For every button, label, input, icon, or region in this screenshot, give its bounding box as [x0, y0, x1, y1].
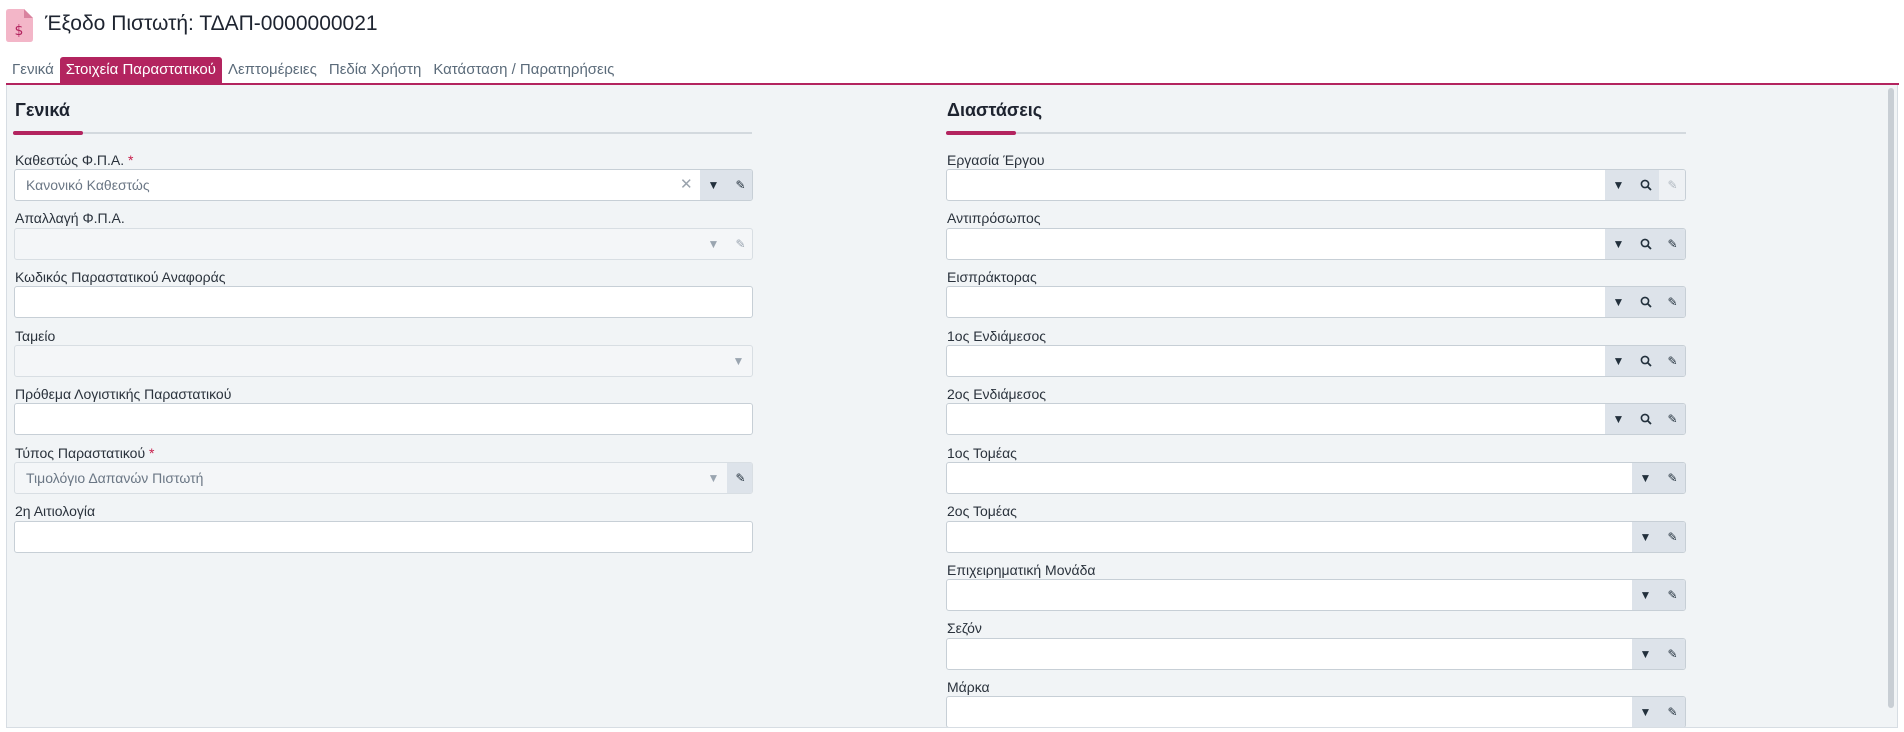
- pencil-icon[interactable]: ✎: [727, 463, 752, 493]
- season-label: Σεζόν: [947, 620, 982, 636]
- search-icon[interactable]: [1632, 229, 1659, 259]
- intermediary-2-select[interactable]: ▼ ✎: [946, 403, 1686, 435]
- chevron-down-icon[interactable]: ▼: [1605, 287, 1632, 317]
- collector-select[interactable]: ▼ ✎: [946, 286, 1686, 318]
- clear-icon[interactable]: ✕: [680, 175, 693, 193]
- scrollbar[interactable]: [1888, 88, 1894, 708]
- search-icon[interactable]: [1632, 287, 1659, 317]
- collector-label: Εισπράκτορας: [947, 269, 1037, 285]
- top-bar: $ Έξοδο Πιστωτή: ΤΔΑΠ-0000000021: [0, 0, 1904, 50]
- chevron-down-icon[interactable]: ▼: [1632, 639, 1659, 669]
- vat-status-value: Κανονικό Καθεστώς: [26, 177, 150, 193]
- cash-register-select: ▼: [14, 345, 753, 377]
- chevron-down-icon[interactable]: ▼: [1605, 170, 1632, 200]
- accounting-prefix-label: Πρόθεμα Λογιστικής Παραστατικού: [15, 386, 232, 402]
- section-title-dimensions: Διαστάσεις: [947, 100, 1043, 120]
- representative-label: Αντιπρόσωπος: [947, 210, 1041, 226]
- project-task-label: Εργασία Έργου: [947, 152, 1045, 168]
- cash-register-label: Ταμείο: [15, 328, 56, 344]
- pencil-icon[interactable]: ✎: [1659, 287, 1685, 317]
- pencil-icon[interactable]: ✎: [1659, 697, 1685, 727]
- project-task-select[interactable]: ▼ ✎: [946, 169, 1686, 201]
- representative-select[interactable]: ▼ ✎: [946, 228, 1686, 260]
- business-unit-select[interactable]: ▼ ✎: [946, 579, 1686, 611]
- section-accent: [13, 131, 83, 135]
- second-reason-input[interactable]: [14, 521, 753, 553]
- chevron-down-icon[interactable]: ▼: [1605, 346, 1632, 376]
- sector-1-label: 1ος Τομέας: [947, 445, 1017, 461]
- season-select[interactable]: ▼ ✎: [946, 638, 1686, 670]
- tab-status-notes[interactable]: Κατάσταση / Παρατηρήσεις: [427, 57, 620, 83]
- intermediary-1-label: 1ος Ενδιάμεσος: [947, 328, 1047, 344]
- vat-status-label: Καθεστώς Φ.Π.Α. *: [15, 152, 134, 168]
- brand-select[interactable]: ▼ ✎: [946, 696, 1686, 727]
- chevron-down-icon[interactable]: ▼: [1605, 229, 1632, 259]
- chevron-down-icon[interactable]: ▼: [1632, 580, 1659, 610]
- pencil-icon[interactable]: ✎: [1659, 580, 1685, 610]
- sector-2-label: 2ος Τομέας: [947, 503, 1017, 519]
- search-icon[interactable]: [1632, 346, 1659, 376]
- chevron-down-icon: ▼: [707, 471, 720, 485]
- search-icon[interactable]: [1632, 404, 1659, 434]
- pencil-icon: ✎: [1659, 170, 1685, 200]
- reference-code-label: Κωδικός Παραστατικού Αναφοράς: [15, 269, 226, 285]
- page-title: Έξοδο Πιστωτή: ΤΔΑΠ-0000000021: [45, 12, 378, 35]
- document-type-value: Τιμολόγιο Δαπανών Πιστωτή: [26, 470, 204, 486]
- accounting-prefix-input[interactable]: [14, 403, 753, 435]
- chevron-down-icon[interactable]: ▼: [1632, 463, 1659, 493]
- tab-user-fields[interactable]: Πεδία Χρήστη: [323, 57, 427, 83]
- pencil-icon: ✎: [735, 237, 746, 251]
- chevron-down-icon[interactable]: ▼: [1632, 522, 1659, 552]
- vat-exemption-label: Απαλλαγή Φ.Π.Α.: [15, 210, 125, 226]
- tab-general[interactable]: Γενικά: [6, 57, 60, 83]
- document-type-label: Τύπος Παραστατικού *: [15, 445, 155, 461]
- vat-status-select[interactable]: Κανονικό Καθεστώς ✕ ▼ ✎: [14, 169, 753, 201]
- tab-document-details[interactable]: Στοιχεία Παραστατικού: [59, 57, 222, 83]
- section-title-general: Γενικά: [15, 100, 70, 120]
- section-accent: [946, 131, 1016, 135]
- tab-details[interactable]: Λεπτομέρειες: [222, 57, 323, 83]
- document-type-select[interactable]: Τιμολόγιο Δαπανών Πιστωτή ▼ ✎: [14, 462, 753, 494]
- form-panel: Γενικά Καθεστώς Φ.Π.Α. * Κανονικό Καθεστ…: [6, 85, 1898, 728]
- intermediary-1-select[interactable]: ▼ ✎: [946, 345, 1686, 377]
- pencil-icon[interactable]: ✎: [1659, 522, 1685, 552]
- section-divider: [13, 132, 752, 134]
- sector-1-select[interactable]: ▼ ✎: [946, 462, 1686, 494]
- pencil-icon[interactable]: ✎: [1659, 404, 1685, 434]
- second-reason-label: 2η Αιτιολογία: [15, 503, 96, 519]
- search-icon[interactable]: [1632, 170, 1659, 200]
- tab-bar: Γενικά Στοιχεία Παραστατικού Λεπτομέρειε…: [6, 57, 620, 83]
- chevron-down-icon[interactable]: ▼: [700, 170, 727, 200]
- chevron-down-icon[interactable]: ▼: [1605, 404, 1632, 434]
- vat-exemption-select: ▼ ✎: [14, 228, 753, 260]
- chevron-down-icon: ▼: [732, 354, 745, 368]
- brand-label: Μάρκα: [947, 679, 990, 695]
- pencil-icon[interactable]: ✎: [727, 170, 752, 200]
- svg-text:$: $: [15, 23, 24, 39]
- pencil-icon[interactable]: ✎: [1659, 463, 1685, 493]
- section-divider: [946, 132, 1686, 134]
- invoice-dollar-icon: $: [6, 9, 33, 42]
- business-unit-label: Επιχειρηματική Μονάδα: [947, 562, 1096, 578]
- chevron-down-icon: ▼: [707, 237, 720, 251]
- intermediary-2-label: 2ος Ενδιάμεσος: [947, 386, 1047, 402]
- chevron-down-icon[interactable]: ▼: [1632, 697, 1659, 727]
- pencil-icon[interactable]: ✎: [1659, 346, 1685, 376]
- reference-code-input[interactable]: [14, 286, 753, 318]
- sector-2-select[interactable]: ▼ ✎: [946, 521, 1686, 553]
- pencil-icon[interactable]: ✎: [1659, 229, 1685, 259]
- pencil-icon[interactable]: ✎: [1659, 639, 1685, 669]
